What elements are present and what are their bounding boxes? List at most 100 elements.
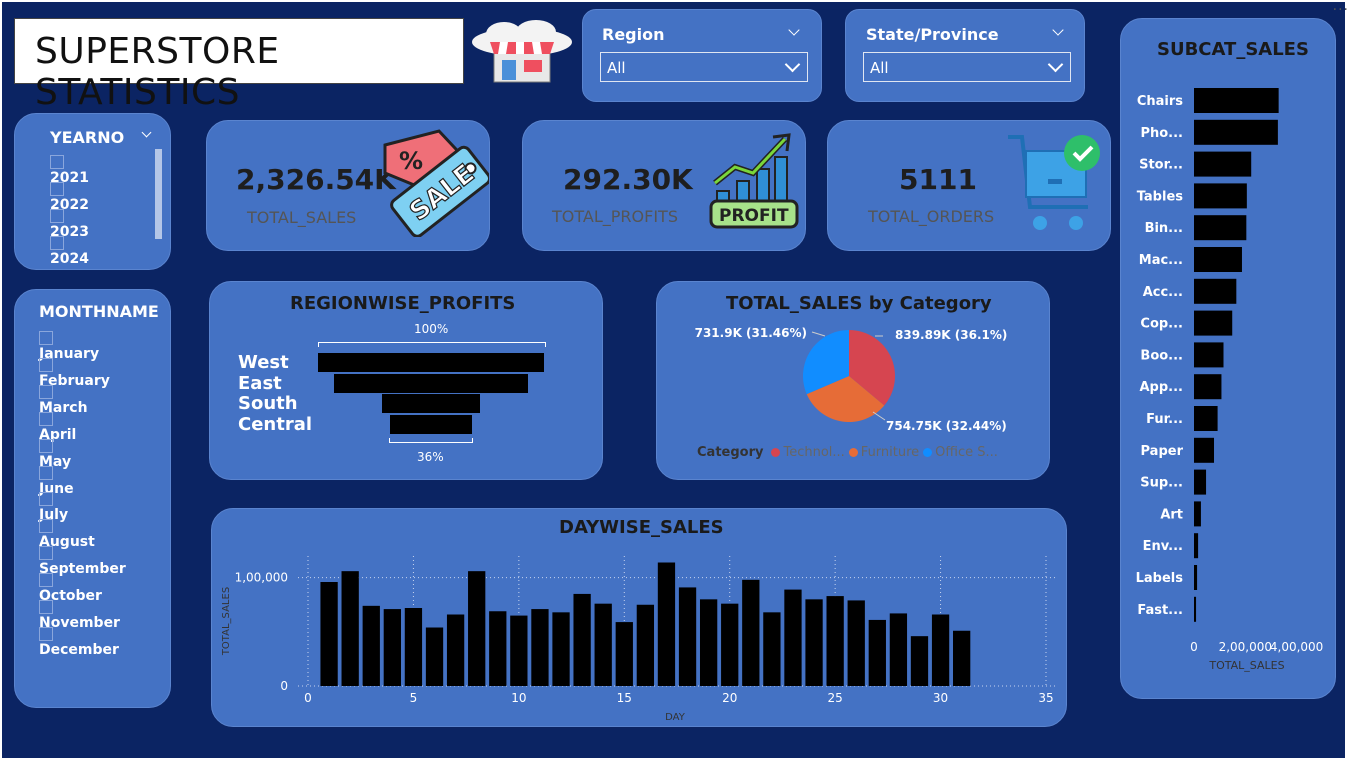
category-label: Art bbox=[1160, 507, 1183, 522]
checkbox[interactable] bbox=[39, 411, 53, 426]
state-slicer: State/Province All bbox=[845, 9, 1085, 102]
funnel-region-label: East bbox=[238, 372, 282, 394]
y-axis-title: TOTAL_SALES bbox=[221, 587, 232, 656]
day-bar bbox=[446, 614, 465, 686]
month-option-label: December bbox=[39, 641, 119, 658]
category-label: Bin... bbox=[1145, 221, 1183, 236]
legend-dot-icon bbox=[923, 448, 933, 457]
category-label: Sup... bbox=[1140, 476, 1183, 491]
checkbox[interactable] bbox=[39, 357, 53, 372]
chevron-down-icon[interactable] bbox=[141, 127, 152, 138]
day-bar bbox=[826, 596, 844, 686]
kpi-label: TOTAL_ORDERS bbox=[868, 207, 995, 226]
sale-tag-icon: % SALE bbox=[383, 129, 489, 237]
day-bar bbox=[805, 599, 823, 686]
month-slicer-label: MONTHNAME bbox=[39, 302, 159, 321]
day-bar bbox=[699, 599, 718, 686]
chevron-down-icon[interactable] bbox=[788, 24, 800, 36]
checkbox[interactable] bbox=[39, 546, 53, 561]
year-option-2024[interactable]: 2024 bbox=[50, 235, 89, 267]
chart-title: REGIONWISE_PROFITS bbox=[290, 293, 516, 314]
state-dropdown-value: All bbox=[870, 59, 889, 77]
day-bar bbox=[531, 609, 549, 686]
category-label: Labels bbox=[1136, 571, 1184, 586]
funnel-region-label: West bbox=[238, 352, 289, 373]
day-bar bbox=[594, 603, 612, 686]
month-option-december[interactable]: December bbox=[39, 626, 119, 658]
day-bar bbox=[931, 614, 950, 686]
checkbox[interactable] bbox=[39, 573, 53, 588]
legend-item[interactable]: Office S... bbox=[923, 445, 998, 460]
legend-dot-icon bbox=[771, 448, 781, 457]
x-tick-label: 0 bbox=[1190, 640, 1198, 654]
category-label: Fur... bbox=[1146, 412, 1183, 427]
year-scrollbar[interactable] bbox=[155, 149, 162, 239]
x-tick-label: 2,00,000 bbox=[1219, 640, 1272, 654]
svg-text:%: % bbox=[399, 147, 423, 175]
kpi-label: TOTAL_PROFITS bbox=[552, 207, 678, 226]
x-tick-label: 15 bbox=[617, 691, 632, 705]
region-slicer-label: Region bbox=[602, 25, 665, 44]
kpi-card-orders: 5111 TOTAL_ORDERS bbox=[827, 120, 1111, 251]
category-label: Mac... bbox=[1139, 253, 1183, 268]
subcat-sales-card: SUBCAT_SALES Chairs Pho... Stor... Tables Bi… bbox=[1120, 18, 1336, 699]
x-axis-title: DAY bbox=[665, 712, 686, 723]
shopping-cart-icon bbox=[1008, 135, 1100, 230]
profit-chart-icon: PROFIT bbox=[709, 133, 799, 229]
subcat-bar bbox=[1194, 469, 1207, 495]
legend-item[interactable]: Technol... bbox=[771, 445, 845, 460]
pie-leader-line bbox=[811, 331, 826, 337]
x-axis-title: TOTAL_SALES bbox=[1208, 659, 1284, 672]
checkbox[interactable] bbox=[39, 331, 53, 345]
checkbox[interactable] bbox=[39, 626, 53, 641]
legend-label: Office S... bbox=[935, 445, 998, 460]
kpi-card-sales: 2,326.54K TOTAL_SALES % SALE bbox=[206, 120, 490, 251]
state-dropdown[interactable]: All bbox=[863, 52, 1071, 82]
state-slicer-label: State/Province bbox=[866, 25, 999, 44]
category-label: Chairs bbox=[1137, 94, 1183, 109]
day-bar bbox=[763, 612, 781, 686]
checkbox[interactable] bbox=[39, 600, 53, 614]
category-label: Cop... bbox=[1140, 317, 1183, 332]
checkbox[interactable] bbox=[39, 492, 53, 507]
checkbox[interactable] bbox=[50, 155, 64, 169]
day-bar bbox=[573, 593, 591, 686]
checkbox[interactable] bbox=[39, 438, 53, 453]
region-dropdown[interactable]: All bbox=[600, 52, 808, 82]
legend-item[interactable]: Furniture bbox=[848, 445, 919, 460]
subcat-bar bbox=[1194, 183, 1247, 209]
day-bar bbox=[910, 636, 929, 686]
funnel-bar-central[interactable] bbox=[390, 414, 472, 434]
y-tick-label: 0 bbox=[280, 679, 288, 693]
day-bar bbox=[721, 603, 739, 686]
category-label: Stor... bbox=[1139, 158, 1183, 173]
chevron-down-icon bbox=[1047, 56, 1064, 73]
year-slicer-label: YEARNO bbox=[50, 128, 125, 147]
x-tick-label: 20 bbox=[722, 691, 737, 705]
page-title: SUPERSTORE STATISTICS bbox=[35, 31, 280, 113]
category-label: Env... bbox=[1143, 539, 1183, 554]
day-bar bbox=[784, 589, 802, 686]
year-slicer: YEARNO 2021 2022 2023 2024 bbox=[14, 113, 171, 270]
daywise-sales-card: DAYWISE_SALES 0 5 10 15 20 25 30 35 0 1,00,000 DAY… bbox=[211, 508, 1067, 727]
chevron-down-icon[interactable] bbox=[1052, 24, 1064, 36]
checkbox[interactable] bbox=[50, 209, 64, 223]
subcat-bar bbox=[1194, 533, 1199, 559]
day-bar bbox=[362, 605, 380, 686]
funnel-bar-east[interactable] bbox=[333, 373, 529, 393]
checkbox[interactable] bbox=[39, 384, 53, 399]
x-tick-label: 35 bbox=[1038, 691, 1053, 705]
funnel-bar-south[interactable] bbox=[382, 394, 480, 413]
checkbox[interactable] bbox=[39, 519, 53, 534]
checkbox[interactable] bbox=[50, 236, 64, 250]
x-tick-label: 5 bbox=[410, 691, 418, 705]
category-label: Fast... bbox=[1137, 603, 1183, 618]
subcat-bar bbox=[1194, 596, 1197, 622]
category-label: Tables bbox=[1137, 189, 1184, 204]
checkbox[interactable] bbox=[50, 182, 64, 196]
funnel-region-label: South bbox=[238, 393, 298, 414]
more-options-icon[interactable]: ··· bbox=[1333, 2, 1349, 18]
checkbox[interactable] bbox=[39, 465, 53, 480]
funnel-bar-west[interactable] bbox=[318, 353, 544, 372]
day-bar bbox=[510, 615, 528, 686]
